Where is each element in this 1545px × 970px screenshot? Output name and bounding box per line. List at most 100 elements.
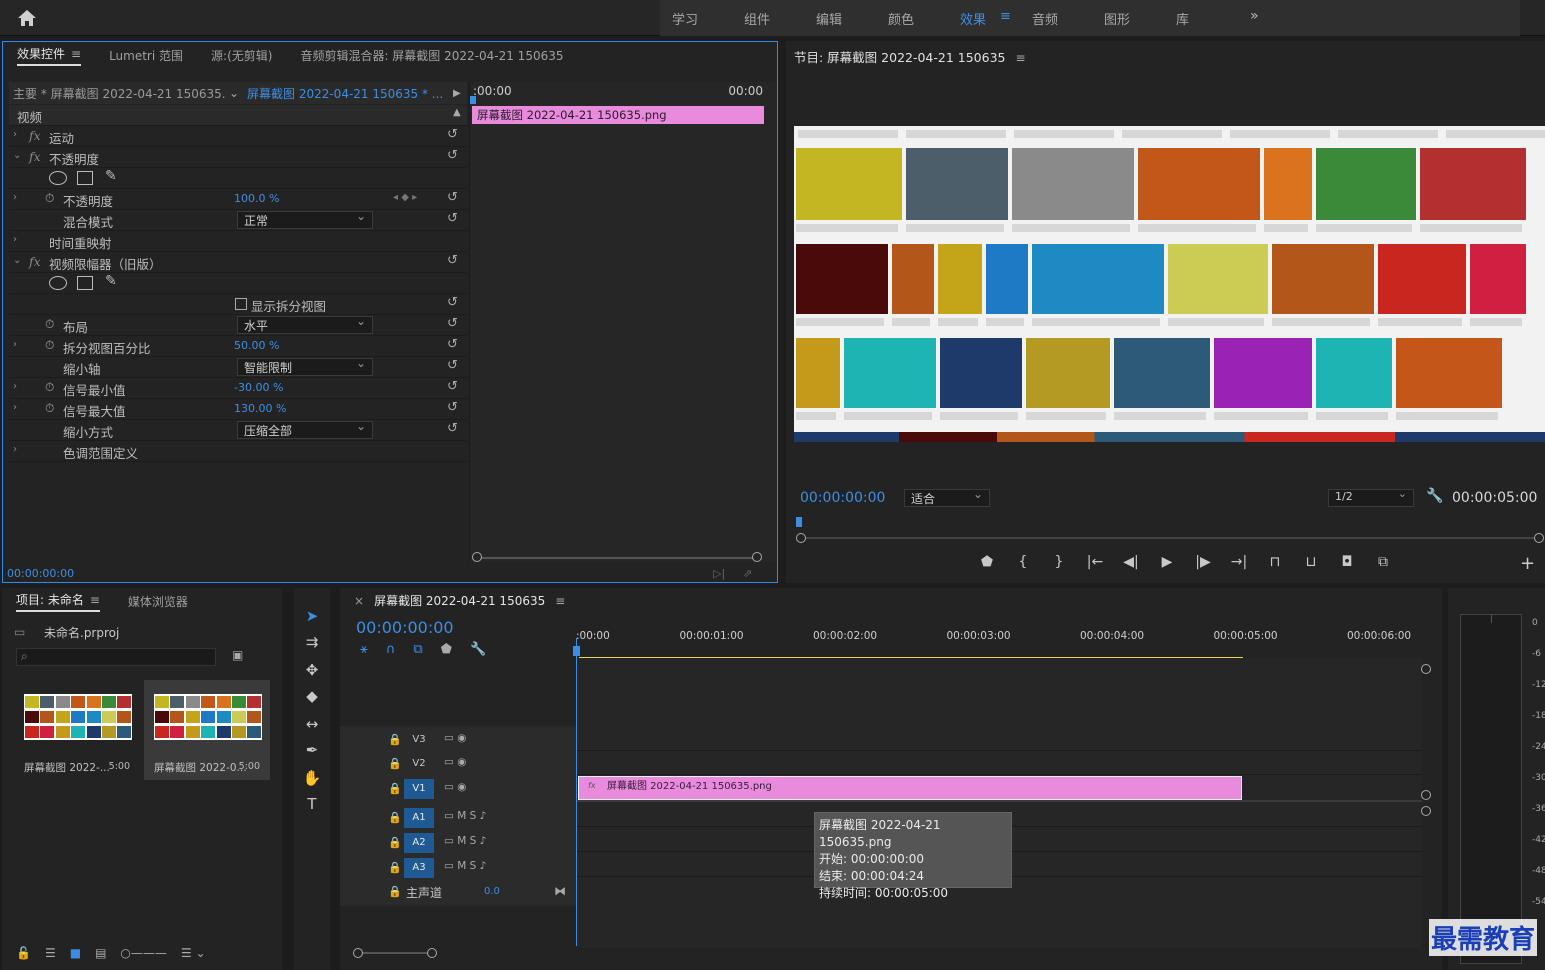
track-select-tool-icon[interactable]: ⇉ [300, 630, 324, 654]
panel-menu-icon[interactable]: ≡ [1016, 51, 1026, 65]
track-target-toggle[interactable]: A1 [404, 808, 434, 828]
nest-icon[interactable]: ⚹ [360, 642, 368, 657]
program-monitor-title[interactable]: 节目: 屏幕截图 2022-04-21 150635 ≡ [794, 47, 1026, 66]
effect-property-row[interactable]: 混合模式 正常 ↺ [9, 209, 467, 231]
scroll-up-icon[interactable]: ▲ [453, 107, 461, 118]
fx-badge-icon[interactable]: fx [29, 254, 41, 269]
workspace-audio[interactable]: 音频 [1020, 9, 1092, 28]
close-icon[interactable]: × [354, 594, 364, 608]
chevron-right-icon[interactable]: › [13, 444, 17, 455]
program-scrub-bar[interactable] [806, 537, 1536, 539]
tab-media-browser[interactable]: 媒体浏览器 [128, 593, 188, 610]
chevron-down-icon[interactable]: ⌄ [13, 255, 21, 266]
ec-zoom-handle-right[interactable] [752, 552, 762, 562]
play-icon[interactable]: ▶ [1156, 554, 1178, 570]
ec-zoom-handle-left[interactable] [472, 552, 482, 562]
effect-property-row[interactable]: ⌄ fx 视频限幅器（旧版） ↺ [9, 252, 467, 273]
timeline-clip[interactable]: 屏幕截图 2022-04-21 150635.png [578, 776, 1242, 800]
go-to-end-icon[interactable]: ⧓ [554, 884, 566, 898]
ellipse-mask-icon[interactable] [49, 276, 67, 290]
stopwatch-icon[interactable]: ⏱ [45, 317, 54, 332]
property-value[interactable]: -30.00 % [234, 381, 283, 394]
track-target-toggle[interactable]: A2 [404, 833, 434, 853]
ec-clip-bar[interactable]: 屏幕截图 2022-04-21 150635.png [472, 106, 764, 124]
reset-icon[interactable]: ↺ [447, 379, 458, 394]
chevron-right-icon[interactable]: › [13, 192, 17, 203]
tracks-area[interactable] [576, 658, 1422, 948]
master-volume-value[interactable]: 0.0 [484, 886, 500, 897]
extract-icon[interactable]: ⊔ [1300, 554, 1322, 570]
lift-icon[interactable]: ⊓ [1264, 554, 1286, 570]
chevron-down-icon[interactable]: ⌄ [13, 150, 21, 161]
chevron-right-icon[interactable]: › [13, 129, 17, 140]
reset-icon[interactable]: ↺ [447, 127, 458, 142]
compare-icon[interactable]: ⧉ [1372, 554, 1394, 570]
lock-icon[interactable]: 🔒 [388, 733, 402, 746]
tab-effect-controls[interactable]: 效果控件 ≡ [17, 45, 82, 66]
reset-icon[interactable]: ↺ [447, 190, 458, 205]
list-view-icon[interactable]: ☰ [45, 946, 56, 960]
add-button-icon[interactable]: + [1520, 553, 1535, 574]
go-to-out-icon[interactable]: →| [1228, 554, 1250, 570]
effect-property-row[interactable]: › ⏱ 拆分视图百分比 50.00 % ↺ [9, 336, 467, 357]
program-zoom-handle-left[interactable] [796, 533, 806, 543]
timeline-playhead[interactable] [576, 638, 577, 946]
slip-tool-icon[interactable]: ↔ [300, 712, 324, 736]
pen-tool-icon[interactable]: ✒ [300, 738, 324, 762]
chevron-right-icon[interactable]: › [13, 234, 17, 245]
sort-icon[interactable]: ☰ ⌄ [181, 946, 206, 960]
export-icon[interactable]: ⇗ [743, 567, 752, 580]
reset-icon[interactable]: ↺ [447, 295, 458, 310]
marker-icon[interactable]: ⬟ [976, 554, 998, 570]
tab-project[interactable]: 项目: 未命名 ≡ [16, 591, 100, 612]
stopwatch-icon[interactable]: ⏱ [45, 338, 54, 353]
tab-audio-clip-mixer[interactable]: 音频剪辑混合器: 屏幕截图 2022-04-21 150635 [300, 47, 563, 64]
track-controls[interactable]: ▭ ◉ [444, 781, 466, 793]
in-point-icon[interactable]: { [1012, 554, 1034, 570]
workspace-assembly[interactable]: 组件 [732, 9, 804, 28]
rectangle-mask-icon[interactable] [77, 276, 93, 290]
property-dropdown[interactable]: 正常 [237, 209, 373, 229]
sequence-timecode[interactable]: 00:00:00:00 [356, 618, 454, 637]
property-value[interactable]: 50.00 % [234, 339, 279, 352]
pen-mask-icon[interactable]: ✎ [105, 273, 117, 289]
property-dropdown[interactable]: 智能限制 [237, 356, 373, 376]
linked-selection-icon[interactable]: ⧉ [413, 642, 422, 657]
rectangle-mask-icon[interactable] [77, 171, 93, 185]
panel-menu-icon[interactable]: ≡ [90, 593, 100, 607]
wrench-icon[interactable]: 🔧 [1426, 488, 1443, 504]
program-playhead[interactable] [796, 517, 802, 527]
reset-icon[interactable]: ↺ [447, 337, 458, 352]
reset-icon[interactable]: ↺ [447, 421, 458, 436]
filter-icon[interactable]: ▷| [713, 567, 725, 580]
ellipse-mask-icon[interactable] [49, 171, 67, 185]
effect-property-row[interactable]: ⏱ 布局 水平 ↺ [9, 314, 467, 336]
reset-icon[interactable]: ↺ [447, 358, 458, 373]
a-scroll-handle-top[interactable] [1421, 806, 1431, 816]
sequence-clip-label[interactable]: 屏幕截图 2022-04-21 150635 * ... [247, 85, 443, 102]
project-item[interactable]: 屏幕截图 2022-0... 5:00 [144, 680, 270, 780]
play-triangle-icon[interactable]: ▶ [453, 88, 461, 99]
stopwatch-icon[interactable]: ⏱ [45, 380, 54, 395]
keyframe-nav-icon[interactable]: ◂ ◆ ▸ [393, 192, 417, 203]
workspace-color[interactable]: 颜色 [876, 9, 948, 28]
property-dropdown[interactable]: 压缩全部 [237, 419, 373, 439]
reset-icon[interactable]: ↺ [447, 316, 458, 331]
master-clip-label[interactable]: 主要 * 屏幕截图 2022-04-21 150635... [13, 85, 227, 102]
chevron-right-icon[interactable]: › [13, 339, 17, 350]
workspace-effects[interactable]: 效果 ≡ [948, 9, 1020, 28]
v-scroll-handle-top[interactable] [1421, 664, 1431, 674]
workspace-edit[interactable]: 编辑 [804, 9, 876, 28]
timeline-zoom-handle-right[interactable] [427, 948, 437, 958]
lock-icon[interactable]: 🔒 [388, 782, 402, 795]
timeline-zoom-handle-left[interactable] [353, 948, 363, 958]
track-controls[interactable]: ▭ M S ♪ [444, 810, 486, 822]
effect-property-row[interactable]: 显示拆分视图 ↺ [9, 294, 467, 315]
playhead-handle[interactable] [573, 646, 580, 656]
lock-icon[interactable]: 🔒 [388, 861, 402, 874]
track-target-toggle[interactable]: V3 [404, 730, 434, 750]
timeline-zoom-bar[interactable] [360, 952, 432, 954]
time-ruler[interactable]: :00:00 00:00:01:00 00:00:02:00 00:00:03:00 0… [576, 628, 1422, 658]
snap-icon[interactable]: ∩ [386, 642, 396, 657]
zoom-fit-dropdown[interactable]: 适合 [904, 487, 990, 507]
